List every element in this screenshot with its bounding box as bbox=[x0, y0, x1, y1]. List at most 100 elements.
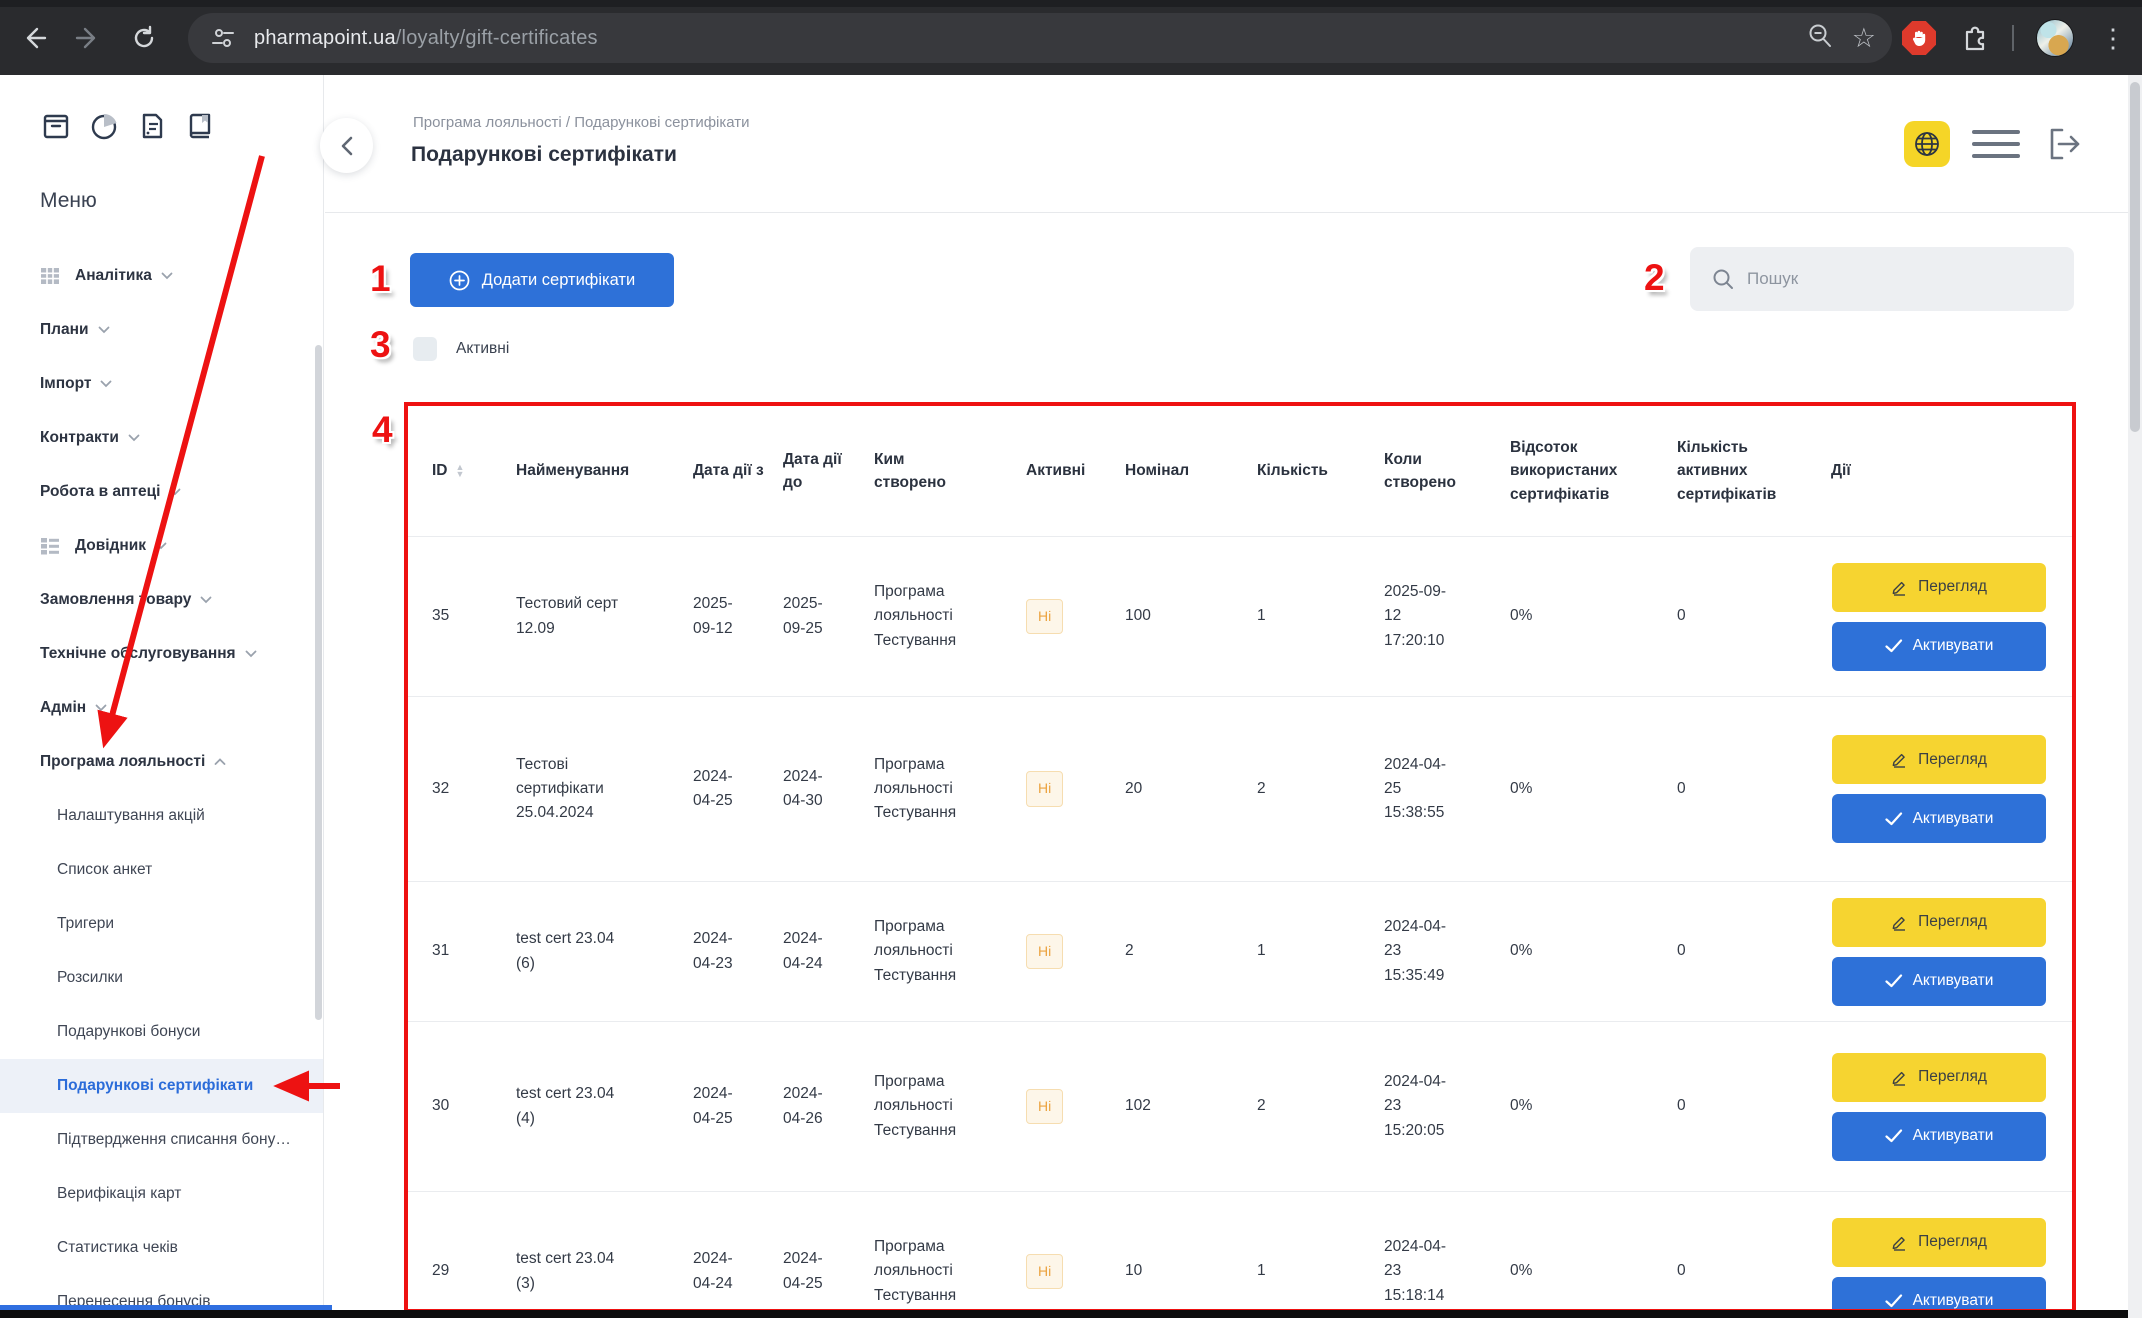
cell-name: test cert 23.04 (3) bbox=[516, 1233, 644, 1309]
document-icon[interactable] bbox=[136, 110, 168, 142]
activate-button[interactable]: Активувати bbox=[1832, 1277, 2046, 1314]
sort-icon[interactable]: ▲▼ bbox=[456, 464, 465, 478]
site-info-icon[interactable] bbox=[210, 25, 236, 51]
column-header-date-from: Дата дії з bbox=[693, 445, 783, 496]
page-title: Подарункові сертифікати bbox=[411, 143, 677, 167]
cell-active-count: 0 bbox=[1677, 925, 1831, 977]
cell-name: Тестовий серт 12.09 bbox=[516, 578, 644, 654]
sidebar-menu-item[interactable]: Аналітика bbox=[0, 249, 324, 303]
profile-avatar[interactable] bbox=[2036, 19, 2074, 57]
sidebar-item-label: Верифікація карт bbox=[57, 1185, 181, 1203]
sidebar-item-label: Підтвердження списання бону… bbox=[57, 1131, 291, 1149]
view-button-label: Перегляд bbox=[1918, 751, 1987, 769]
view-button[interactable]: Перегляд bbox=[1832, 563, 2046, 612]
cell-used-percent: 0% bbox=[1510, 1080, 1677, 1132]
url-text[interactable]: pharmapoint.ua/loyalty/gift-certificates bbox=[254, 27, 598, 50]
cell-date-to: 2024-04-30 bbox=[783, 751, 845, 827]
table-row: 29 test cert 23.04 (3) 2024-04-24 2024-0… bbox=[408, 1191, 2072, 1313]
column-header-active: Активні bbox=[1026, 445, 1125, 496]
cell-nominal: 2 bbox=[1125, 925, 1257, 977]
cell-used-percent: 0% bbox=[1510, 763, 1677, 815]
sidebar-item-label: Список анкет bbox=[57, 861, 152, 879]
page-zoom-icon[interactable] bbox=[1806, 22, 1834, 55]
sidebar-menu-title: Меню bbox=[40, 189, 97, 213]
chevron-left-icon bbox=[341, 136, 353, 156]
url-path: /loyalty/gift-certificates bbox=[396, 27, 598, 49]
address-bar[interactable]: pharmapoint.ua/loyalty/gift-certificates… bbox=[188, 13, 1892, 63]
activate-button[interactable]: Активувати bbox=[1832, 794, 2046, 843]
activate-button-label: Активувати bbox=[1913, 1127, 1994, 1145]
sidebar-menu-item[interactable]: Робота в аптеці bbox=[0, 465, 324, 519]
sidebar-menu-item[interactable]: Налаштування акцій bbox=[0, 789, 324, 843]
activate-button-label: Активувати bbox=[1913, 1292, 1994, 1310]
column-header-id[interactable]: ID▲▼ bbox=[432, 459, 502, 482]
sidebar-menu-item[interactable]: Список анкет bbox=[0, 843, 324, 897]
table-header-row: ID▲▼ Найменування Дата дії з Дата дії до… bbox=[408, 406, 2072, 536]
activate-button[interactable]: Активувати bbox=[1832, 622, 2046, 671]
cell-id: 32 bbox=[408, 763, 516, 815]
sidebar-menu-item[interactable]: Адмін bbox=[0, 681, 324, 735]
language-globe-button[interactable] bbox=[1904, 121, 1950, 167]
sidebar-menu-item[interactable]: Програма лояльності bbox=[0, 735, 324, 789]
sidebar-menu-item[interactable]: Контракти bbox=[0, 411, 324, 465]
chevron-down-icon bbox=[98, 326, 110, 334]
sidebar-collapse-button[interactable] bbox=[320, 118, 373, 173]
browser-reload-button[interactable] bbox=[124, 18, 164, 58]
pencil-icon bbox=[1891, 579, 1908, 596]
search-input[interactable] bbox=[1747, 269, 2047, 289]
logout-icon bbox=[2042, 122, 2086, 166]
sidebar-menu-item[interactable]: Верифікація карт bbox=[0, 1167, 324, 1221]
adblock-extension-icon[interactable] bbox=[1902, 21, 1936, 55]
bookmark-star-icon[interactable]: ☆ bbox=[1852, 25, 1876, 52]
view-button[interactable]: Перегляд bbox=[1832, 1218, 2046, 1267]
cell-active: Ні bbox=[1026, 1240, 1125, 1304]
browser-menu-icon[interactable]: ⋮ bbox=[2100, 25, 2126, 51]
activate-button-label: Активувати bbox=[1913, 810, 1994, 828]
browser-back-button[interactable] bbox=[14, 18, 54, 58]
sidebar-menu-item[interactable]: Технічне обслуговування bbox=[0, 627, 324, 681]
extensions-puzzle-icon[interactable] bbox=[1960, 23, 1990, 53]
browser-forward-button[interactable] bbox=[68, 18, 108, 58]
add-certificates-button[interactable]: Додати сертифікати bbox=[410, 253, 674, 307]
cell-quantity: 2 bbox=[1257, 763, 1384, 815]
table-row: 31 test cert 23.04 (6) 2024-04-23 2024-0… bbox=[408, 881, 2072, 1021]
pie-chart-icon[interactable] bbox=[88, 110, 120, 142]
view-button[interactable]: Перегляд bbox=[1832, 1053, 2046, 1102]
cell-active: Ні bbox=[1026, 1075, 1125, 1139]
certificates-table: ID▲▼ Найменування Дата дії з Дата дії до… bbox=[404, 402, 2076, 1313]
book-icon[interactable] bbox=[184, 110, 216, 142]
cell-date-from: 2024-04-23 bbox=[693, 913, 755, 989]
active-filter-checkbox[interactable] bbox=[413, 337, 437, 361]
sidebar-menu-item[interactable]: Статистика чеків bbox=[0, 1221, 324, 1275]
sidebar-menu-item[interactable]: Розсилки bbox=[0, 951, 324, 1005]
cell-created-at: 2024-04-23 15:20:05 bbox=[1384, 1056, 1470, 1156]
cell-quantity: 1 bbox=[1257, 590, 1384, 642]
sidebar-menu-item[interactable]: Замовлення товару bbox=[0, 573, 324, 627]
sidebar-menu-item[interactable]: Подарункові бонуси bbox=[0, 1005, 324, 1059]
view-button[interactable]: Перегляд bbox=[1832, 735, 2046, 784]
check-icon bbox=[1885, 1294, 1903, 1308]
page-scrollbar-thumb[interactable] bbox=[2130, 82, 2140, 432]
sidebar-menu-item[interactable]: Імпорт bbox=[0, 357, 324, 411]
activate-button[interactable]: Активувати bbox=[1832, 1112, 2046, 1161]
sidebar-menu-item[interactable]: Подарункові сертифікати bbox=[0, 1059, 324, 1113]
sidebar-scrollbar[interactable] bbox=[315, 345, 322, 1020]
activate-button[interactable]: Активувати bbox=[1832, 957, 2046, 1006]
sidebar-menu-item[interactable]: Підтвердження списання бону… bbox=[0, 1113, 324, 1167]
view-button-label: Перегляд bbox=[1918, 1068, 1987, 1086]
sidebar-item-label: Довідник bbox=[75, 537, 146, 555]
active-filter[interactable]: Активні bbox=[413, 337, 509, 361]
sidebar-menu-item[interactable]: Плани bbox=[0, 303, 324, 357]
active-filter-label: Активні bbox=[456, 340, 509, 358]
chevron-up-icon bbox=[214, 758, 226, 766]
archive-icon[interactable] bbox=[40, 110, 72, 142]
cell-date-from: 2024-04-25 bbox=[693, 1068, 755, 1144]
sidebar-menu-item[interactable]: Довідник bbox=[0, 519, 324, 573]
view-button[interactable]: Перегляд bbox=[1832, 898, 2046, 947]
breadcrumb[interactable]: Програма лояльності / Подарункові сертиф… bbox=[413, 114, 750, 131]
sidebar-item-label: Тригери bbox=[57, 915, 114, 933]
sidebar-menu-item[interactable]: Тригери bbox=[0, 897, 324, 951]
search-box[interactable] bbox=[1690, 247, 2074, 311]
logout-button[interactable] bbox=[2042, 122, 2086, 166]
menu-hamburger-icon[interactable] bbox=[1972, 128, 2020, 160]
